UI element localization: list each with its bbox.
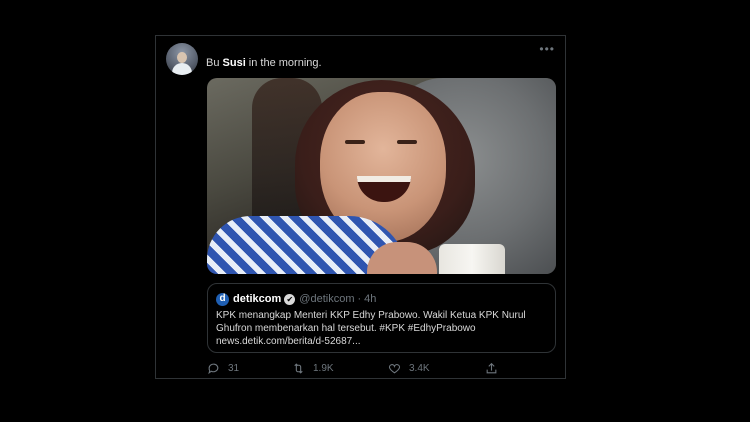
- tweet-text-suffix: in the morning.: [245, 57, 322, 69]
- avatar-head: [177, 52, 187, 63]
- reply-count: 31: [228, 362, 240, 374]
- share-icon: [486, 362, 497, 373]
- like-button[interactable]: 3.4K: [388, 360, 430, 376]
- quoted-author-handle[interactable]: @detikcom: [299, 293, 354, 305]
- quoted-timestamp[interactable]: 4h: [364, 293, 376, 305]
- retweet-button[interactable]: 1.9K: [292, 360, 334, 376]
- tweet-card[interactable]: ••• Bu Susi in the morning. d detikcom ✔…: [155, 35, 566, 379]
- tweet-actions: 31 1.9K 3.4K: [207, 360, 507, 376]
- photo-eye-right: [397, 140, 417, 144]
- photo-cup: [439, 244, 505, 274]
- tweet-text: Bu Susi in the morning.: [206, 57, 322, 69]
- avatar-body: [172, 63, 192, 75]
- quoted-author-name[interactable]: detikcom: [233, 293, 281, 305]
- tweet-photo[interactable]: [207, 78, 556, 274]
- reply-button[interactable]: 31: [207, 360, 239, 376]
- heart-icon: [388, 363, 401, 373]
- retweet-icon: [294, 362, 303, 374]
- avatar[interactable]: [166, 43, 198, 75]
- share-button[interactable]: [485, 360, 506, 376]
- photo-eye-left: [345, 140, 365, 144]
- quoted-tweet-body: KPK menangkap Menteri KKP Edhy Prabowo. …: [216, 309, 546, 348]
- quoted-body-link[interactable]: news.detik.com/berita/d-52687...: [216, 335, 546, 348]
- header-separator: ·: [357, 293, 362, 305]
- tweet-text-prefix: Bu: [206, 57, 223, 69]
- tweet-text-bold: Susi: [222, 57, 246, 69]
- reply-icon: [208, 363, 219, 374]
- quoted-tweet[interactable]: d detikcom ✔ @detikcom · 4h KPK menangka…: [207, 283, 556, 353]
- like-count: 3.4K: [409, 362, 430, 374]
- quoted-tweet-header: d detikcom ✔ @detikcom · 4h: [216, 292, 376, 306]
- more-options-icon[interactable]: •••: [539, 43, 555, 55]
- quoted-body-line-1: KPK menangkap Menteri KKP Edhy Prabowo. …: [216, 310, 526, 321]
- detikcom-logo-icon: d: [216, 292, 229, 306]
- quoted-body-line-2: Ghufron membenarkan hal tersebut. #KPK #…: [216, 323, 476, 334]
- retweet-count: 1.9K: [313, 362, 334, 374]
- verified-badge-icon: ✔: [284, 293, 296, 305]
